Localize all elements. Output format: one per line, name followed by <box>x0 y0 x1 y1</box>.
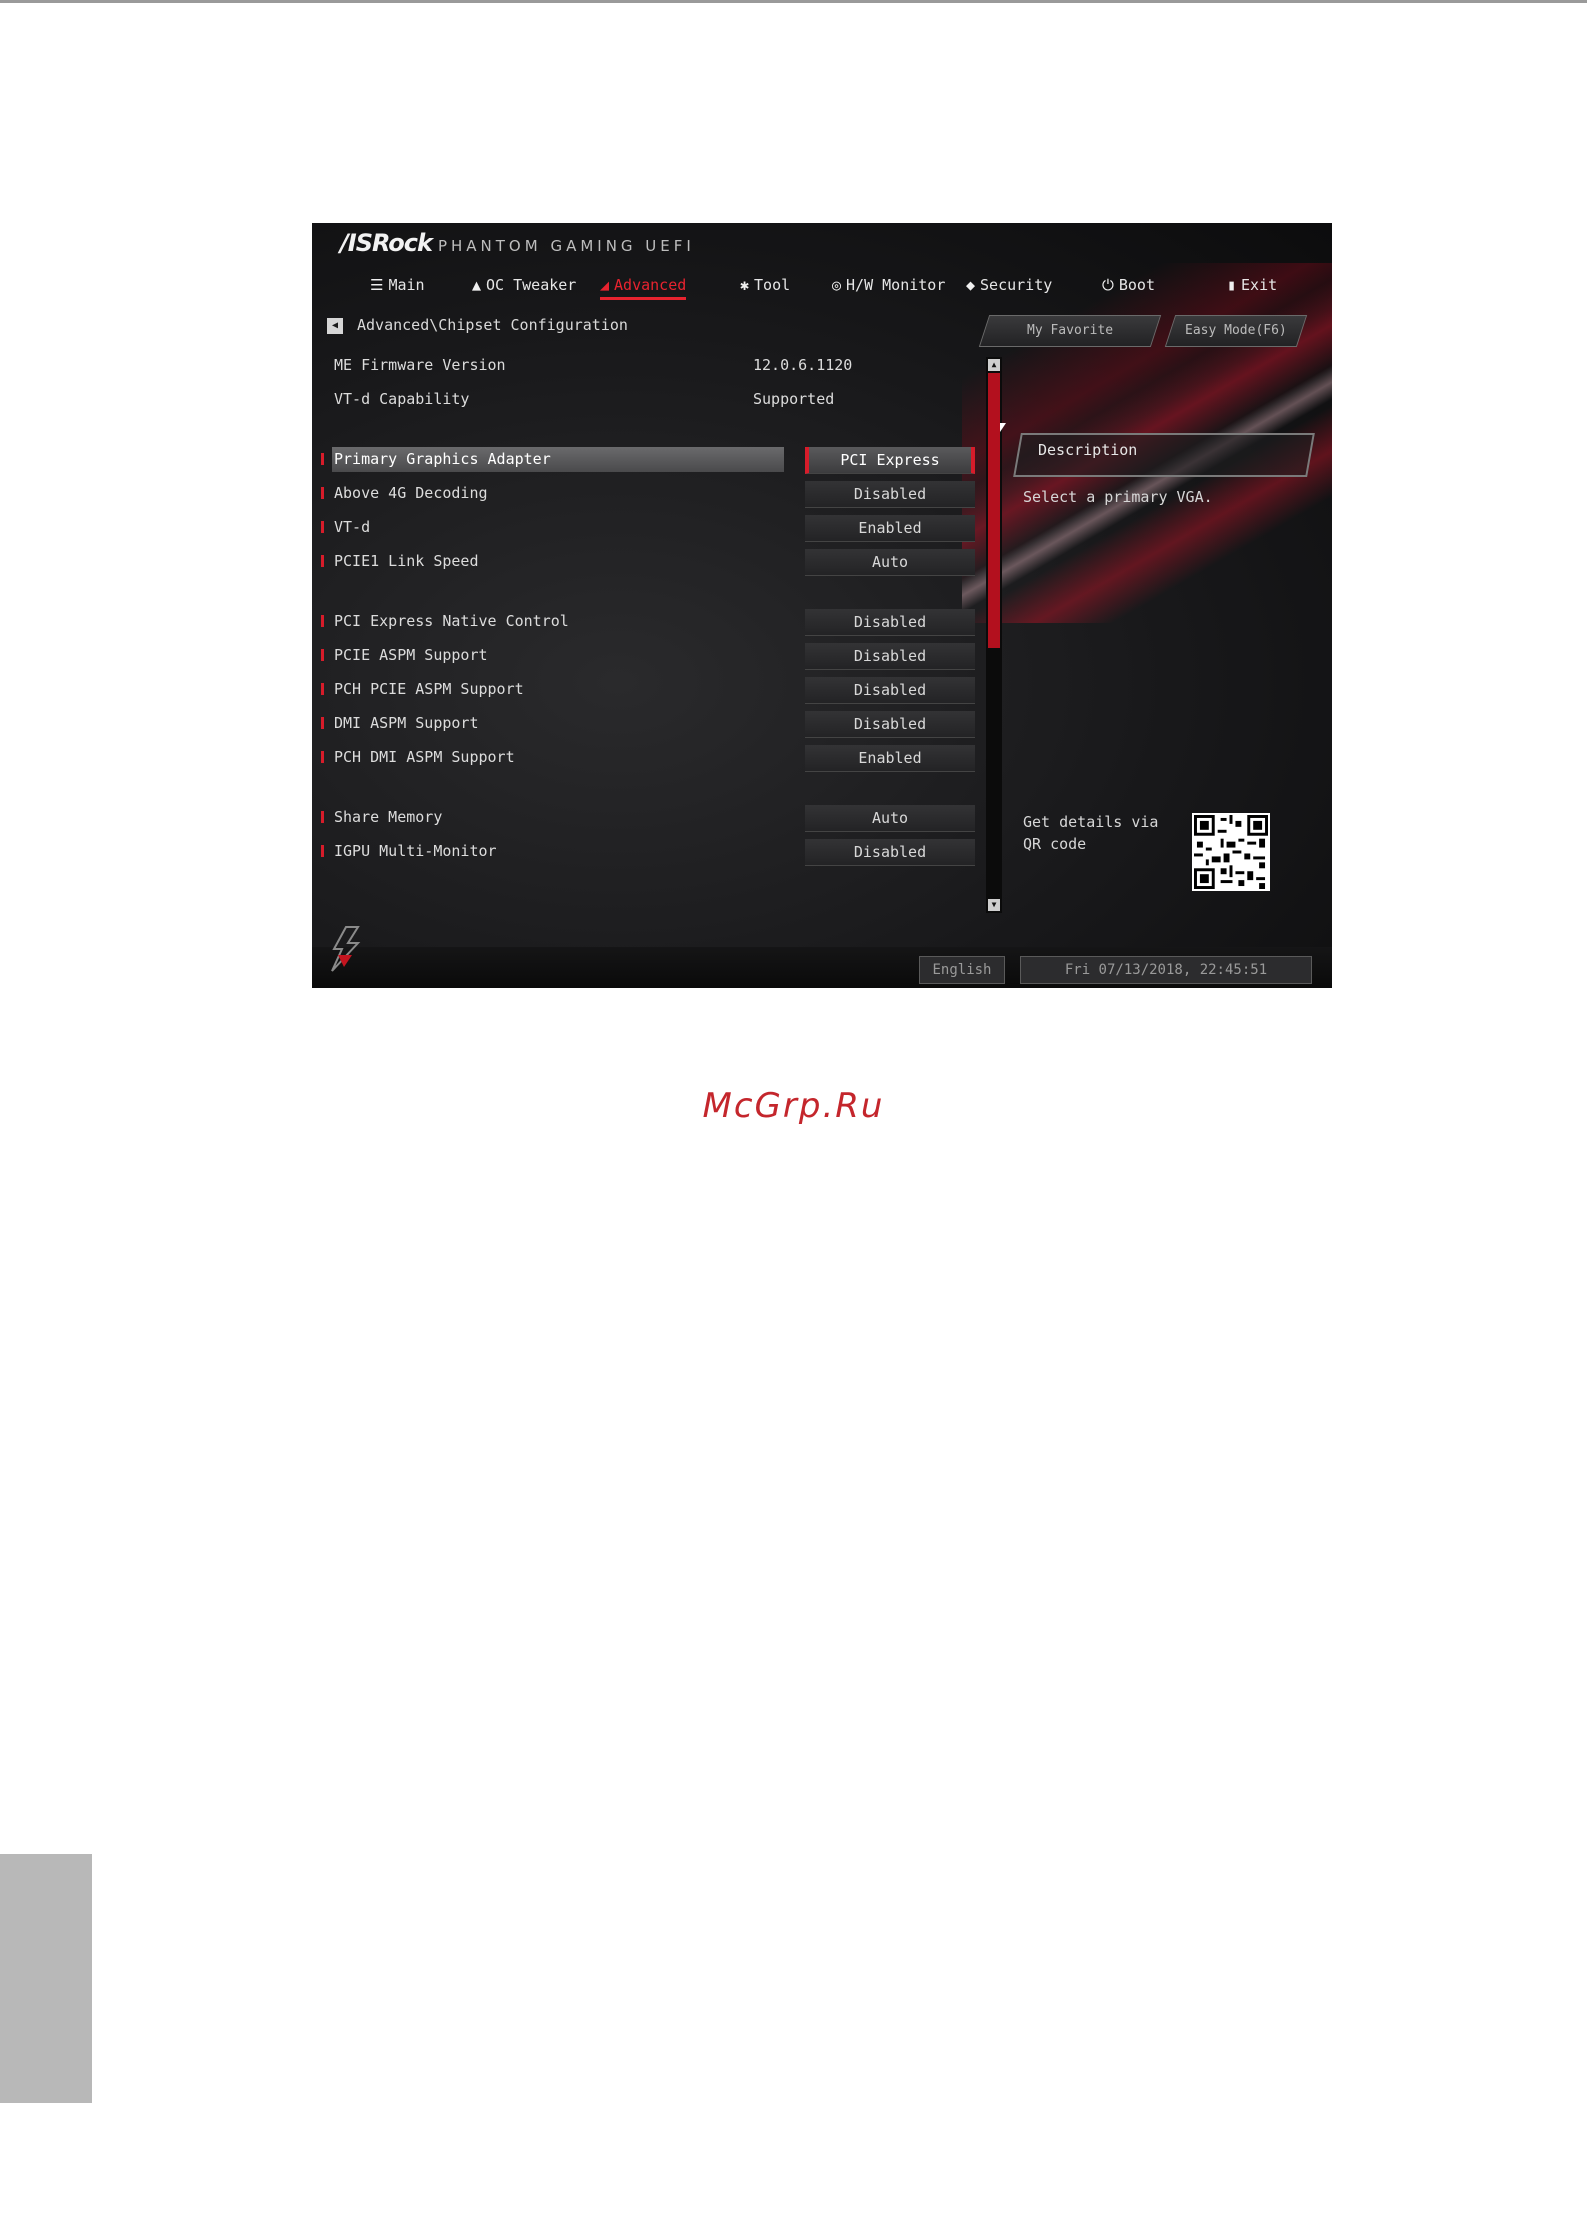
tab-label: H/W Monitor <box>846 276 946 294</box>
info-label: ME Firmware Version <box>334 356 506 374</box>
setting-label: PCH DMI ASPM Support <box>334 748 515 766</box>
setting-row-pci-express-native-control[interactable]: PCI Express Native Control <box>312 607 872 635</box>
easy-mode-button[interactable]: Easy Mode(F6) <box>1164 315 1308 347</box>
setting-value-pci-express-native-control[interactable]: Disabled <box>805 609 975 636</box>
side-tab <box>0 1854 92 2103</box>
setting-label: PCH PCIE ASPM Support <box>334 680 524 698</box>
tab-label: Security <box>980 276 1053 294</box>
scroll-down-icon[interactable]: ▼ <box>988 899 1000 911</box>
watermark: McGrp.Ru <box>702 1086 885 1126</box>
top-rule <box>0 0 1587 3</box>
setting-value-igpu-multi-monitor[interactable]: Disabled <box>805 839 975 866</box>
tab-security[interactable]: ◆ Security <box>966 273 1052 297</box>
row-marker <box>321 555 324 567</box>
my-favorite-label: My Favorite <box>1026 323 1114 338</box>
tab-boot[interactable]: ⏻ Boot <box>1102 273 1155 297</box>
setting-row-dmi-aspm-support[interactable]: DMI ASPM Support <box>312 709 872 737</box>
description-text: Select a primary VGA. <box>1023 488 1213 506</box>
tab-label: Advanced <box>614 276 687 294</box>
bios-logo: /ISRock PHANTOM GAMING UEFI <box>340 229 695 257</box>
setting-row-vt-d[interactable]: VT-d <box>312 513 872 541</box>
row-marker <box>321 683 324 695</box>
tab-tool[interactable]: ✱ Tool <box>740 273 790 297</box>
setting-value-above-4g-decoding[interactable]: Disabled <box>805 481 975 508</box>
row-marker <box>321 487 324 499</box>
back-arrow-icon[interactable]: ◀ <box>327 317 343 334</box>
breadcrumb: ◀ Advanced\Chipset Configuration <box>327 316 628 334</box>
setting-row-igpu-multi-monitor[interactable]: IGPU Multi-Monitor <box>312 837 872 865</box>
setting-label: IGPU Multi-Monitor <box>334 842 497 860</box>
setting-value-vt-d[interactable]: Enabled <box>805 515 975 542</box>
setting-label: VT-d <box>334 518 371 536</box>
scrollbar-thumb[interactable] <box>988 373 1000 648</box>
setting-value-pch-dmi-aspm-support[interactable]: Enabled <box>805 745 975 772</box>
info-label: VT-d Capability <box>334 390 470 408</box>
tab-hw-monitor[interactable]: ◎ H/W Monitor <box>832 273 945 297</box>
row-marker <box>321 615 324 627</box>
easy-mode-label: Easy Mode(F6) <box>1185 323 1287 338</box>
qr-caption: Get details via QR code <box>1023 813 1159 853</box>
bios-screenshot: /ISRock PHANTOM GAMING UEFI ☰ Main ▲ OC Twe… <box>312 223 1332 988</box>
setting-label: Primary Graphics Adapter <box>334 450 551 468</box>
setting-label: PCIE1 Link Speed <box>334 552 479 570</box>
row-marker <box>321 845 324 857</box>
brand-logo: /ISRock <box>340 229 433 257</box>
language-selector[interactable]: English <box>919 956 1005 984</box>
info-value: Supported <box>753 390 835 408</box>
row-marker <box>321 453 324 465</box>
tab-exit[interactable]: ▮ Exit <box>1227 273 1277 297</box>
my-favorite-button[interactable]: My Favorite <box>978 315 1162 347</box>
phantom-gaming-logo-icon <box>324 925 368 973</box>
list-icon: ☰ <box>370 276 384 294</box>
info-value: 12.0.6.1120 <box>753 356 853 374</box>
row-marker <box>321 649 324 661</box>
qr-code-icon <box>1192 813 1270 891</box>
setting-value-dmi-aspm-support[interactable]: Disabled <box>805 711 975 738</box>
setting-value-share-memory[interactable]: Auto <box>805 805 975 832</box>
mouse-cursor-icon <box>1000 423 1006 432</box>
tab-label: Main <box>388 276 425 294</box>
setting-row-pcie-aspm-support[interactable]: PCIE ASPM Support <box>312 641 872 669</box>
datetime-display: Fri 07/13/2018, 22:45:51 <box>1020 956 1312 984</box>
flame-icon: ▲ <box>472 276 482 294</box>
setting-label: Share Memory <box>334 808 443 826</box>
tab-advanced[interactable]: ◢ Advanced <box>600 273 687 300</box>
setting-value-pcie-aspm-support[interactable]: Disabled <box>805 643 975 670</box>
setting-label: Above 4G Decoding <box>334 484 488 502</box>
qr-code-graphic <box>1194 815 1268 889</box>
setting-label: PCI Express Native Control <box>334 612 569 630</box>
breadcrumb-text: Advanced\Chipset Configuration <box>357 316 628 334</box>
monitor-icon: ◎ <box>832 276 842 294</box>
tab-main[interactable]: ☰ Main <box>370 273 425 297</box>
setting-row-pch-pcie-aspm-support[interactable]: PCH PCIE ASPM Support <box>312 675 872 703</box>
shield-icon: ◆ <box>966 276 976 294</box>
tab-label: Tool <box>754 276 791 294</box>
setting-value-primary-graphics-adapter[interactable]: PCI Express <box>805 447 975 474</box>
tab-label: Boot <box>1118 276 1155 294</box>
logo-graphic <box>331 926 361 972</box>
setting-row-pcie1-link-speed[interactable]: PCIE1 Link Speed <box>312 547 872 575</box>
tool-icon: ✱ <box>740 276 750 294</box>
setting-row-above-4g-decoding[interactable]: Above 4G Decoding <box>312 479 872 507</box>
setting-row-pch-dmi-aspm-support[interactable]: PCH DMI ASPM Support <box>312 743 872 771</box>
power-icon: ⏻ <box>1102 276 1114 294</box>
description-title: Description <box>1038 441 1138 459</box>
row-marker <box>321 717 324 729</box>
setting-label: PCIE ASPM Support <box>334 646 488 664</box>
tab-label: Exit <box>1241 276 1278 294</box>
tab-label: OC Tweaker <box>486 276 577 294</box>
scroll-up-icon[interactable]: ▲ <box>988 359 1000 371</box>
row-marker <box>321 521 324 533</box>
setting-value-pch-pcie-aspm-support[interactable]: Disabled <box>805 677 975 704</box>
row-marker <box>321 811 324 823</box>
exit-icon: ▮ <box>1227 276 1237 294</box>
setting-label: DMI ASPM Support <box>334 714 479 732</box>
setting-row-primary-graphics-adapter[interactable]: Primary Graphics Adapter <box>312 445 872 473</box>
setting-value-pcie1-link-speed[interactable]: Auto <box>805 549 975 576</box>
setting-row-share-memory[interactable]: Share Memory <box>312 803 872 831</box>
brand-subtitle: PHANTOM GAMING UEFI <box>437 237 695 255</box>
row-marker <box>321 751 324 763</box>
advanced-icon: ◢ <box>600 276 610 294</box>
tab-oc-tweaker[interactable]: ▲ OC Tweaker <box>472 273 576 297</box>
